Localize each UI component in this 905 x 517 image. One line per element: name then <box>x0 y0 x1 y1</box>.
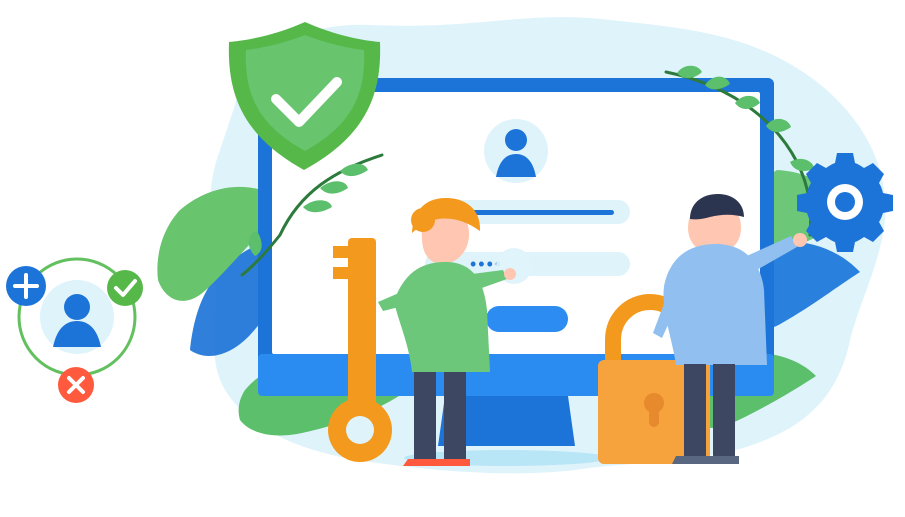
woman-hair-bun <box>411 208 435 232</box>
add-icon[interactable] <box>6 266 46 306</box>
floating-bubble-1 <box>526 22 538 34</box>
man-hand <box>793 233 807 247</box>
floating-bubble-3 <box>570 23 580 33</box>
illustration-canvas: •••• <box>6 17 893 474</box>
check-icon[interactable] <box>107 270 143 306</box>
close-icon[interactable] <box>58 367 94 403</box>
woman-hand <box>504 268 516 280</box>
login-button[interactable] <box>486 306 568 332</box>
secure-login-illustration: •••• <box>0 0 905 517</box>
floating-bubble-2 <box>543 19 561 37</box>
